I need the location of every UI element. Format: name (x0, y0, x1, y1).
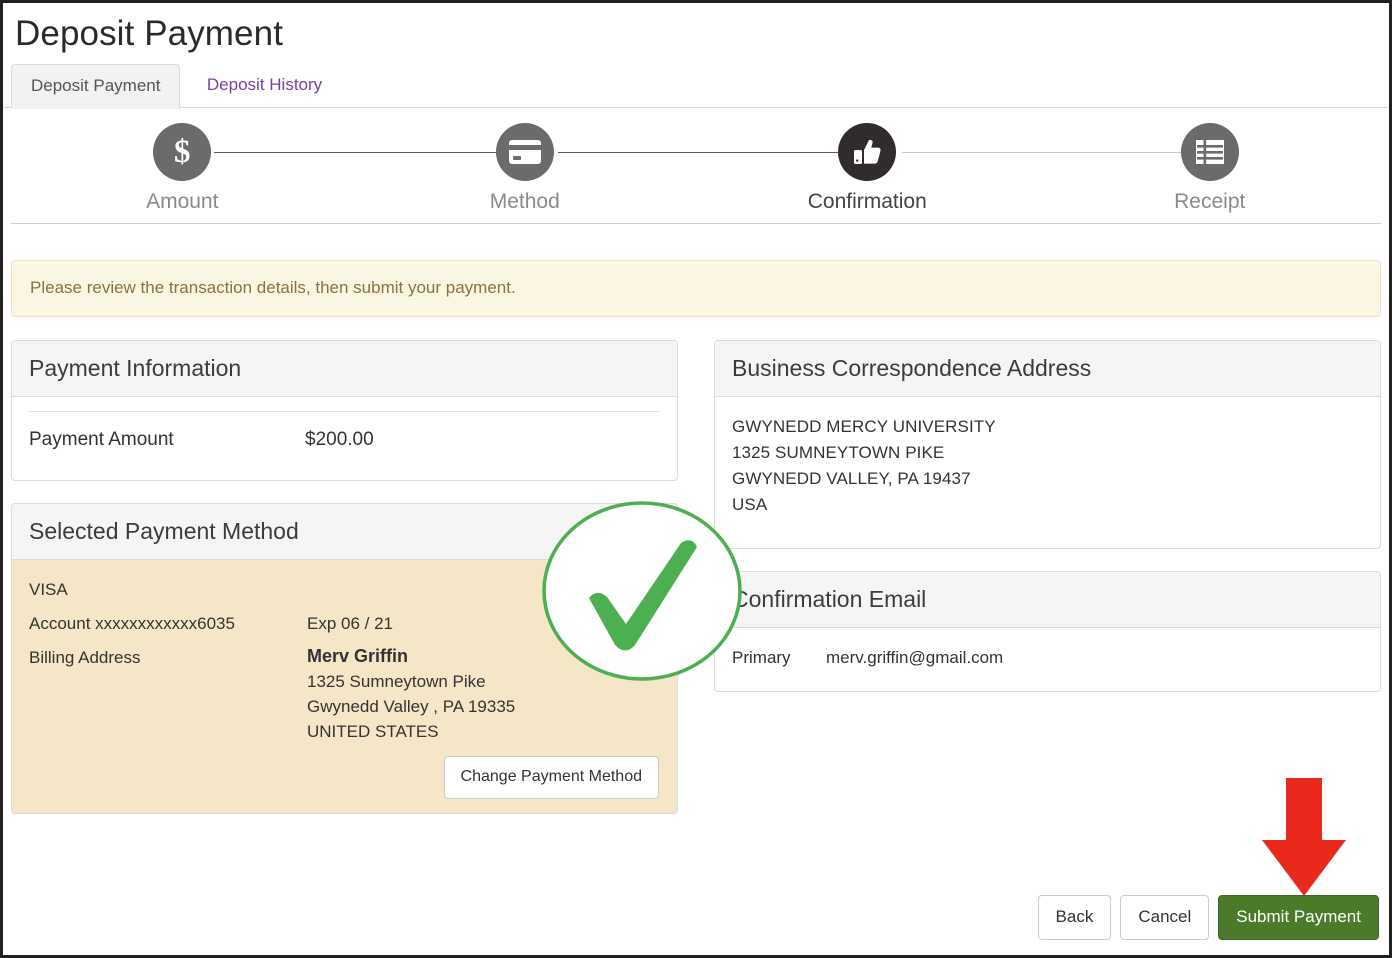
business-address-line1: GWYNEDD MERCY UNIVERSITY (732, 414, 1363, 440)
stepper-step-amount-label: Amount (11, 189, 354, 215)
stepper-step-method[interactable]: Method (354, 108, 697, 215)
left-column: Payment Information Payment Amount $200.… (11, 340, 678, 836)
dollar-sign-icon: $ (153, 123, 211, 181)
business-address-panel: Business Correspondence Address GWYNEDD … (714, 340, 1381, 549)
billing-address-row: Billing Address Merv Griffin 1325 Sumney… (29, 643, 660, 744)
payment-amount-row: Payment Amount $200.00 (29, 426, 660, 454)
stepper-steps: $ Amount Method (11, 108, 1381, 223)
payment-information-panel: Payment Information Payment Amount $200.… (11, 340, 678, 481)
tab-deposit-payment-label: Deposit Payment (31, 76, 160, 95)
submit-payment-button[interactable]: Submit Payment (1218, 895, 1379, 940)
business-address-heading: Business Correspondence Address (715, 341, 1380, 397)
confirmation-email-body: Primary merv.griffin@gmail.com (715, 628, 1380, 691)
card-expiration: Exp 06 / 21 (307, 609, 393, 639)
tab-deposit-payment[interactable]: Deposit Payment (11, 64, 180, 109)
billing-country: UNITED STATES (307, 719, 515, 744)
card-account-row: Account xxxxxxxxxxxx6035 Exp 06 / 21 (29, 609, 660, 639)
billing-line1: 1325 Sumneytown Pike (307, 669, 515, 694)
review-alert-text: Please review the transaction details, t… (30, 278, 516, 297)
payment-amount-label: Payment Amount (29, 426, 305, 454)
card-brand: VISA (29, 575, 660, 605)
receipt-list-icon (1181, 123, 1239, 181)
primary-email-label: Primary (732, 645, 826, 671)
panel-divider (29, 411, 660, 412)
selected-payment-method-body: VISA Account xxxxxxxxxxxx6035 Exp 06 / 2… (12, 560, 677, 813)
cancel-button[interactable]: Cancel (1120, 895, 1209, 940)
confirmation-email-heading: Confirmation Email (715, 572, 1380, 628)
stepper-step-amount[interactable]: $ Amount (11, 108, 354, 215)
payment-amount-value: $200.00 (305, 426, 374, 454)
business-address-line3: GWYNEDD VALLEY, PA 19437 (732, 466, 1363, 492)
change-payment-method-wrap: Change Payment Method (29, 756, 660, 799)
tab-deposit-history[interactable]: Deposit History (185, 64, 341, 106)
stepper-step-method-label: Method (354, 189, 697, 215)
business-address-line4: USA (732, 492, 1363, 518)
change-payment-method-button[interactable]: Change Payment Method (444, 756, 659, 799)
card-account-number: Account xxxxxxxxxxxx6035 (29, 609, 307, 639)
app-window: Deposit Payment Deposit Payment Deposit … (0, 0, 1392, 958)
selected-payment-method-heading: Selected Payment Method (12, 504, 677, 560)
stepper-connector-2 (558, 152, 843, 153)
right-column: Business Correspondence Address GWYNEDD … (714, 340, 1381, 714)
page-content: Deposit Payment Deposit Payment Deposit … (3, 3, 1389, 955)
payment-information-body: Payment Amount $200.00 (12, 397, 677, 480)
business-address-line2: 1325 SUMNEYTOWN PIKE (732, 440, 1363, 466)
stepper-step-confirmation-label: Confirmation (696, 189, 1039, 215)
thumbs-up-icon (838, 123, 896, 181)
stepper-step-confirmation[interactable]: Confirmation (696, 108, 1039, 215)
stepper-connector-3 (902, 152, 1187, 153)
primary-email-row: Primary merv.griffin@gmail.com (732, 645, 1363, 671)
confirmation-email-panel: Confirmation Email Primary merv.griffin@… (714, 571, 1381, 692)
payment-information-heading: Payment Information (12, 341, 677, 397)
billing-address-label: Billing Address (29, 643, 307, 744)
stepper-step-receipt-label: Receipt (1039, 189, 1382, 215)
business-address-body: GWYNEDD MERCY UNIVERSITY 1325 SUMNEYTOWN… (715, 397, 1380, 548)
back-button[interactable]: Back (1038, 895, 1112, 940)
billing-line2: Gwynedd Valley , PA 19335 (307, 694, 515, 719)
credit-card-icon (496, 123, 554, 181)
content-columns: Payment Information Payment Amount $200.… (11, 340, 1381, 836)
tab-bar: Deposit Payment Deposit History (3, 64, 1389, 108)
business-address-lines: GWYNEDD MERCY UNIVERSITY 1325 SUMNEYTOWN… (732, 414, 1363, 518)
stepper-step-receipt[interactable]: Receipt (1039, 108, 1382, 215)
page-title: Deposit Payment (15, 12, 1389, 56)
footer-action-bar: Back Cancel Submit Payment (1038, 895, 1379, 940)
billing-address-block: Merv Griffin 1325 Sumneytown Pike Gwyned… (307, 643, 515, 744)
stepper-connector-1 (214, 152, 497, 153)
progress-stepper: $ Amount Method (11, 108, 1381, 224)
tab-deposit-history-label: Deposit History (207, 75, 322, 94)
selected-payment-method-panel: Selected Payment Method VISA Account xxx… (11, 503, 678, 814)
billing-name: Merv Griffin (307, 643, 515, 669)
review-alert-banner: Please review the transaction details, t… (11, 260, 1381, 317)
primary-email-value: merv.griffin@gmail.com (826, 645, 1003, 671)
